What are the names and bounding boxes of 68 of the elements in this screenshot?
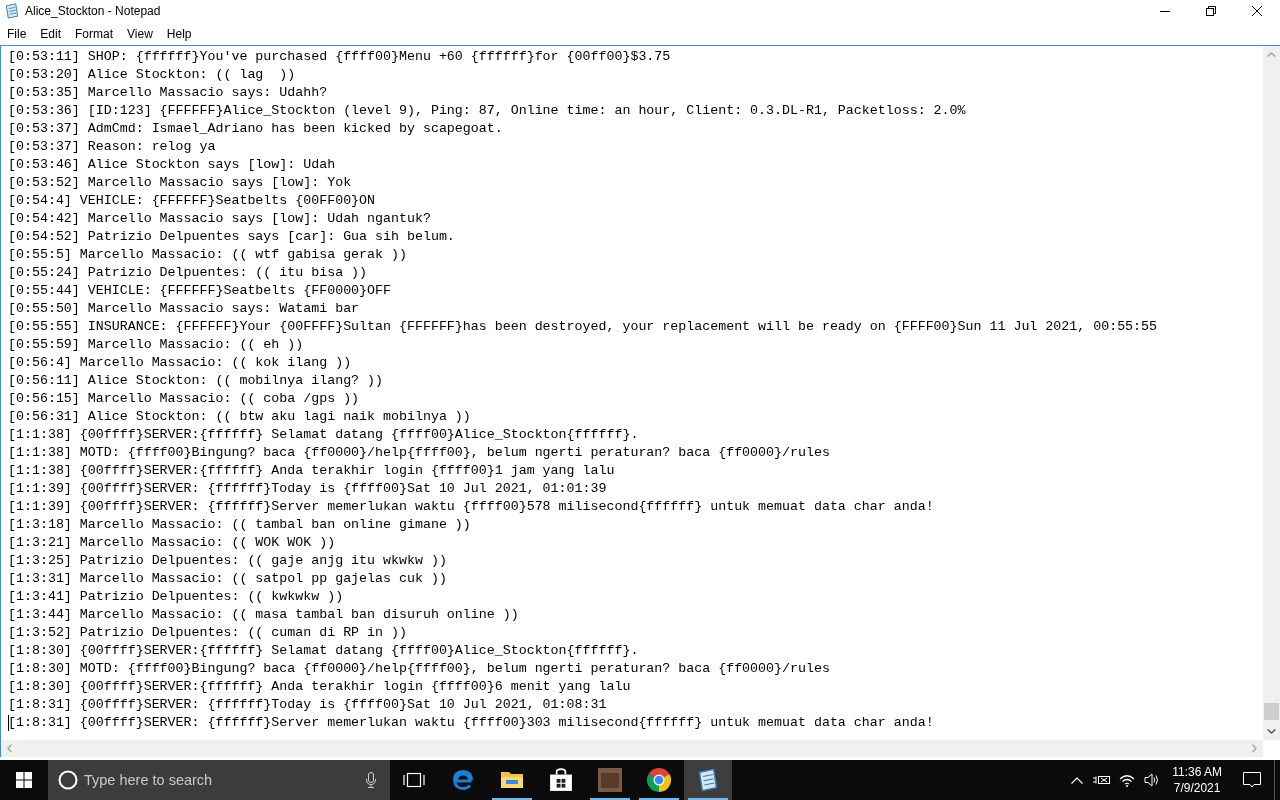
restore-icon [1206, 6, 1216, 16]
close-icon [1252, 6, 1262, 16]
minimize-icon [1160, 10, 1170, 12]
clock-button[interactable]: 11:36 AM 7/9/2021 [1164, 760, 1230, 800]
menu-item[interactable]: Help [159, 23, 199, 44]
log-line: [0:53:37] Reason: relog ya [8, 138, 216, 156]
windows-logo-icon [16, 772, 32, 788]
log-line: [1:8:31] {00ffff}SERVER: {ffffff}Today is {ffff00}Sat 10 Jul 2021, 01:08:31 [8, 696, 607, 714]
browser-e-icon [451, 768, 475, 792]
log-line: [0:54:42] Marcello Massacio says [low]: Udah ngantuk? [8, 210, 431, 228]
search-field[interactable]: Type here to search [48, 760, 390, 800]
log-line: [1:3:52] Patrizio Delpuentes: (( cuman di RP in )) [8, 624, 407, 642]
wifi-icon[interactable] [1118, 773, 1135, 787]
log-line: [1:3:44] Marcello Massacio: (( masa tambal ban disuruh online )) [8, 606, 519, 624]
log-line: [1:8:31] {00ffff}SERVER: {ffffff}Server memerlukan waktu {ffff00}303 milisecond{ffffff} untuk memuat data char anda! [8, 714, 934, 732]
log-line: [0:54:4] VEHICLE: {FFFFFF}Seatbelts {00FF00}ON [8, 192, 376, 210]
notepad-icon [4, 3, 20, 19]
search-circle-icon [58, 770, 78, 790]
log-line: [1:1:39] {00ffff}SERVER: {ffffff}Server memerlukan waktu {ffff00}578 milisecond{ffffff} untuk memuat data char anda! [8, 498, 934, 516]
log-line: [1:8:30] {00ffff}SERVER:{ffffff} Selamat datang {ffff00}Alice_Stockton{ffffff}. [8, 642, 639, 660]
log-line: [0:56:31] Alice Stockton: (( btw aku lagi naik mobilnya )) [8, 408, 471, 426]
log-line: [0:54:52] Patrizio Delpuentes says [car]: Gua sih belum. [8, 228, 455, 246]
log-line: [1:3:31] Marcello Massacio: (( satpol pp gajelas cuk )) [8, 570, 447, 588]
menu-item[interactable]: View [120, 23, 160, 44]
scroll-thumb[interactable] [1264, 703, 1279, 720]
log-line: [1:1:38] {00ffff}SERVER:{ffffff} Selamat datang {ffff00}Alice_Stockton{ffffff}. [8, 426, 639, 444]
shopping-bag-icon [549, 768, 573, 792]
battery-plug-icon[interactable] [1092, 774, 1111, 786]
log-line: [1:8:30] {00ffff}SERVER:{ffffff} Anda terakhir login {ffff00}6 menit yang lalu [8, 678, 631, 696]
menu-item[interactable]: Edit [33, 23, 69, 44]
log-line: [0:55:44] VEHICLE: {FFFFFF}Seatbelts {FF0000}OFF [8, 282, 391, 300]
log-line: [0:53:11] SHOP: {ffffff}You've purchased {ffff00}Menu +60 {ffffff}for {00ff00}$3.75 [8, 48, 671, 66]
log-line: [1:1:39] {00ffff}SERVER: {ffffff}Today is {ffff00}Sat 10 Jul 2021, 01:01:39 [8, 480, 607, 498]
log-line: [1:1:38] {00ffff}SERVER:{ffffff} Anda terakhir login {ffff00}1 jam yang lalu [8, 462, 615, 480]
window-title: Alice_Stockton - Notepad [25, 3, 161, 19]
log-line: [0:56:11] Alice Stockton: (( mobilnya ilang? )) [8, 372, 384, 390]
log-line: [1:1:38] MOTD: {ffff00}Bingung? baca {ff0000}/help{ffff00}, belum ngerti peraturan? baca {ff0000}/rules [8, 444, 830, 462]
log-line: [0:53:37] AdmCmd: Ismael_Adriano has been kicked by scapegoat. [8, 120, 503, 138]
log-line: [0:53:36] [ID:123] {FFFFFF}Alice_Stockton (level 9), Ping: 87, Online time: an hour, Client: 0.3.DL-R1, Packetloss: 2.0% [8, 102, 966, 120]
notification-icon [1243, 771, 1261, 789]
speaker-icon[interactable] [1143, 773, 1160, 787]
log-line: [0:55:50] Marcello Massacio says: Watami bar [8, 300, 360, 318]
log-line: [0:53:46] Alice Stockton says [low]: Udah [8, 156, 336, 174]
log-line: [0:55:24] Patrizio Delpuentes: (( itu bisa )) [8, 264, 368, 282]
log-line: [0:56:4] Marcello Massacio: (( kok ilang )) [8, 354, 352, 372]
menu-item[interactable]: Format [68, 23, 121, 44]
chevron-up-icon[interactable] [1070, 776, 1083, 784]
log-line: [1:3:21] Marcello Massacio: (( WOK WOK )) [8, 534, 336, 552]
log-line: [0:55:55] INSURANCE: {FFFFFF}Your {00FFFF}Sultan {FFFFFF}has been destroyed, your replacement will be ready on {FFFF00}Sun 11 Jul 2021, 00:55:55 [8, 318, 1158, 336]
round-logo-icon [647, 768, 671, 792]
log-line: [0:53:35] Marcello Massacio says: Udahh? [8, 84, 328, 102]
taskbar-app-button[interactable] [684, 760, 732, 800]
task-view-icon [403, 772, 425, 788]
scroll-down-icon[interactable] [1267, 729, 1276, 734]
log-line: [0:53:52] Marcello Massacio says [low]: Yok [8, 174, 352, 192]
log-line: [0:55:5] Marcello Massacio: (( wtf gabisa gerak )) [8, 246, 407, 264]
log-line: [0:56:15] Marcello Massacio: (( coba /gps )) [8, 390, 360, 408]
microphone-icon[interactable] [366, 772, 376, 788]
image-placeholder-icon [598, 768, 622, 792]
log-line: [0:53:20] Alice Stockton: (( lag )) [8, 66, 296, 84]
vertical-scrollbar[interactable] [1263, 46, 1280, 740]
log-line: [1:3:41] Patrizio Delpuentes: (( kwkwkw )) [8, 588, 344, 606]
menu-item[interactable]: File [0, 23, 34, 44]
log-line: [1:3:18] Marcello Massacio: (( tambal ban online gimane )) [8, 516, 471, 534]
log-line: [1:8:30] MOTD: {ffff00}Bingung? baca {ff0000}/help{ffff00}, belum ngerti peraturan? baca {ff0000}/rules [8, 660, 830, 678]
log-line: [1:3:25] Patrizio Delpuentes: (( gaje anjg itu wkwkw )) [8, 552, 447, 570]
log-line: [0:55:59] Marcello Massacio: (( eh )) [8, 336, 304, 354]
notepad-icon [696, 768, 720, 792]
